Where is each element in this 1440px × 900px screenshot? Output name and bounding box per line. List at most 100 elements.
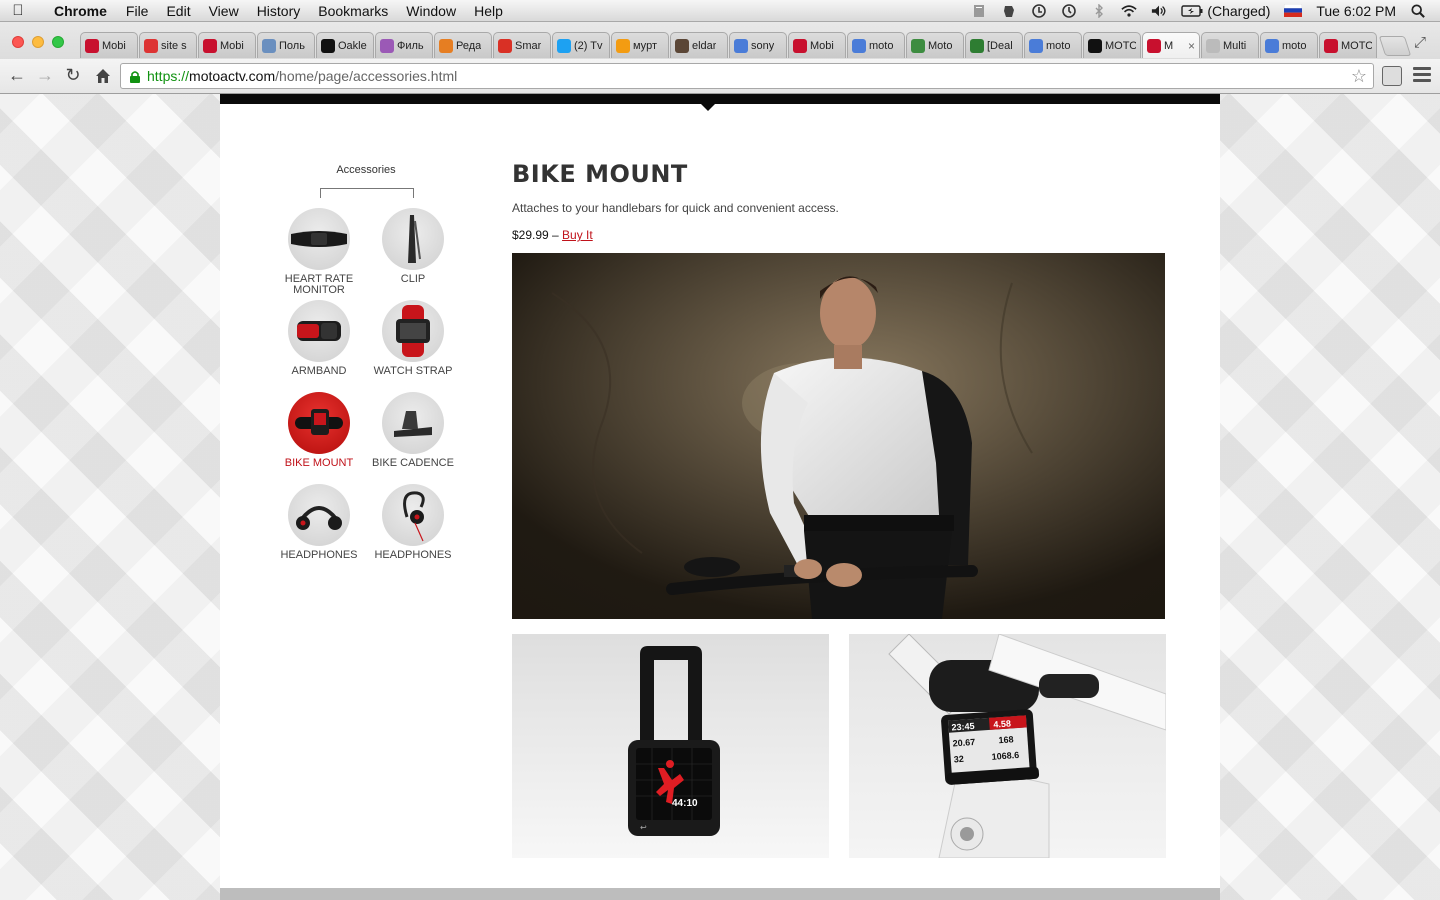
zoom-window-button[interactable]	[52, 36, 64, 48]
reload-button[interactable]: ↻	[62, 65, 84, 86]
browser-tab[interactable]: мурт	[611, 32, 669, 58]
russian-flag-icon[interactable]	[1284, 4, 1303, 17]
evernote-icon[interactable]	[1001, 4, 1017, 18]
bluetooth-icon[interactable]	[1091, 3, 1107, 18]
browser-tab[interactable]: moto	[1260, 32, 1318, 58]
fullscreen-icon[interactable]: ⤢	[1414, 34, 1426, 51]
motorola-red-icon	[85, 38, 99, 53]
accessory-label: BIKE MOUNT	[284, 457, 354, 469]
bike-screen-bottom-right: 1068.6	[991, 750, 1019, 762]
url-path: /home/page/accessories.html	[275, 68, 458, 84]
deal-icon	[970, 38, 984, 53]
time-machine-icon[interactable]	[1061, 3, 1077, 18]
globe-icon	[911, 38, 925, 53]
browser-tab[interactable]: Smar	[493, 32, 551, 58]
tab-title: MOTO	[1341, 39, 1372, 52]
browser-tab[interactable]: eldar	[670, 32, 728, 58]
menu-view[interactable]: View	[209, 3, 239, 19]
wifi-icon[interactable]	[1121, 4, 1137, 18]
bike-screen-bottom-left: 32	[953, 754, 964, 765]
handlebar-device-illustration: 23:45 4.58 20.67 168 32 1068.6	[888, 634, 1166, 858]
tab-title: Mobi	[102, 39, 126, 52]
google-icon	[852, 38, 866, 53]
extension-icon[interactable]	[1382, 66, 1402, 86]
accessory-bike-mount[interactable]: BIKE MOUNT	[269, 392, 369, 469]
page-icon	[1206, 38, 1220, 53]
footer-bar	[220, 888, 1220, 900]
battery-indicator[interactable]: (Charged)	[1181, 3, 1270, 19]
close-window-button[interactable]	[12, 36, 24, 48]
home-button[interactable]	[92, 67, 114, 85]
forward-button[interactable]: →	[34, 65, 56, 86]
tab-title: MOTO	[1105, 39, 1136, 52]
tv-icon	[262, 38, 276, 53]
accessory-headphones-earbud[interactable]: HEADPHONES	[363, 484, 463, 561]
browser-tab[interactable]: (2) Tv	[552, 32, 610, 58]
instagram-icon	[675, 38, 689, 53]
menu-history[interactable]: History	[257, 3, 301, 19]
accessory-headphones-sport[interactable]: HEADPHONES	[269, 484, 369, 561]
accessory-armband[interactable]: ARMBAND	[269, 300, 369, 377]
tab-title: moto	[1282, 39, 1307, 52]
menubar-clock[interactable]: Tue 6:02 PM	[1316, 3, 1396, 19]
blogger-icon	[616, 38, 630, 53]
sync-icon[interactable]	[1031, 3, 1047, 18]
battery-icon	[1181, 4, 1203, 17]
browser-tab[interactable]: M ×	[1142, 32, 1200, 58]
oakley-icon	[321, 38, 335, 53]
accessory-label: BIKE CADENCE	[372, 457, 454, 469]
browser-tab[interactable]: MOTO	[1083, 32, 1141, 58]
browser-tab[interactable]: [Deal	[965, 32, 1023, 58]
product-photo-device-in-mount: 44:10 ↩	[512, 634, 829, 858]
browser-tab[interactable]: Mobi	[788, 32, 846, 58]
tab-strip: Mobi site s Mobi Поль Oakle Филь Реда Smar (2) T…	[0, 30, 1440, 58]
status-area: (Charged) Tue 6:02 PM	[971, 3, 1440, 19]
bike-cadence-icon	[382, 392, 444, 454]
accessory-clip[interactable]: CLIP	[363, 208, 463, 285]
browser-tab[interactable]: Mobi	[198, 32, 256, 58]
menu-help[interactable]: Help	[474, 3, 503, 19]
bike-screen-mid-left: 20.67	[952, 737, 975, 749]
browser-tab[interactable]: Реда	[434, 32, 492, 58]
browser-tab[interactable]: Поль	[257, 32, 315, 58]
bookmark-star-icon[interactable]: ☆	[1351, 66, 1367, 87]
browser-tab[interactable]: moto	[1024, 32, 1082, 58]
minimize-window-button[interactable]	[32, 36, 44, 48]
gmail-icon	[498, 38, 512, 53]
browser-tab[interactable]: sony	[729, 32, 787, 58]
apple-menu-icon[interactable]: 	[0, 2, 36, 19]
volume-icon[interactable]	[1151, 4, 1167, 18]
tab-close-icon[interactable]: ×	[1188, 39, 1195, 53]
browser-tab[interactable]: moto	[847, 32, 905, 58]
buy-it-link[interactable]: Buy It	[562, 228, 593, 242]
google-icon	[1265, 38, 1279, 53]
app-menu[interactable]: Chrome	[54, 3, 107, 19]
menu-bookmarks[interactable]: Bookmarks	[318, 3, 388, 19]
back-button[interactable]: ←	[6, 65, 28, 86]
accessory-watch-strap[interactable]: WATCH STRAP	[363, 300, 463, 377]
browser-tab[interactable]: Mobi	[80, 32, 138, 58]
device-back-glyph: ↩	[640, 823, 647, 832]
browser-tab[interactable]: Multi	[1201, 32, 1259, 58]
earbud-headphones-icon	[382, 484, 444, 546]
accessory-heart-rate-monitor[interactable]: HEART RATE MONITOR	[269, 208, 369, 296]
browser-tab[interactable]: MOTO	[1319, 32, 1377, 58]
spotlight-search-icon[interactable]	[1410, 3, 1426, 18]
tab-title: Multi	[1223, 39, 1247, 52]
chrome-menu-icon[interactable]	[1413, 67, 1431, 83]
script-menu-icon[interactable]	[971, 4, 987, 18]
browser-tab[interactable]: site s	[139, 32, 197, 58]
browser-tab[interactable]: Филь	[375, 32, 433, 58]
tab-title: (2) Tv	[574, 39, 603, 52]
menu-window[interactable]: Window	[406, 3, 456, 19]
tab-list: Mobi site s Mobi Поль Oakle Филь Реда Smar (2) T…	[80, 32, 1412, 58]
menu-edit[interactable]: Edit	[166, 3, 190, 19]
address-bar[interactable]: https:// motoactv.com /home/page/accesso…	[120, 63, 1374, 89]
accessory-bike-cadence[interactable]: BIKE CADENCE	[363, 392, 463, 469]
browser-tab[interactable]: Oakle	[316, 32, 374, 58]
menu-file[interactable]: File	[126, 3, 149, 19]
browser-tab[interactable]: Moto	[906, 32, 964, 58]
bike-screen-mid-right: 168	[998, 734, 1014, 745]
new-tab-button[interactable]	[1378, 36, 1412, 56]
google-icon	[1029, 38, 1043, 53]
